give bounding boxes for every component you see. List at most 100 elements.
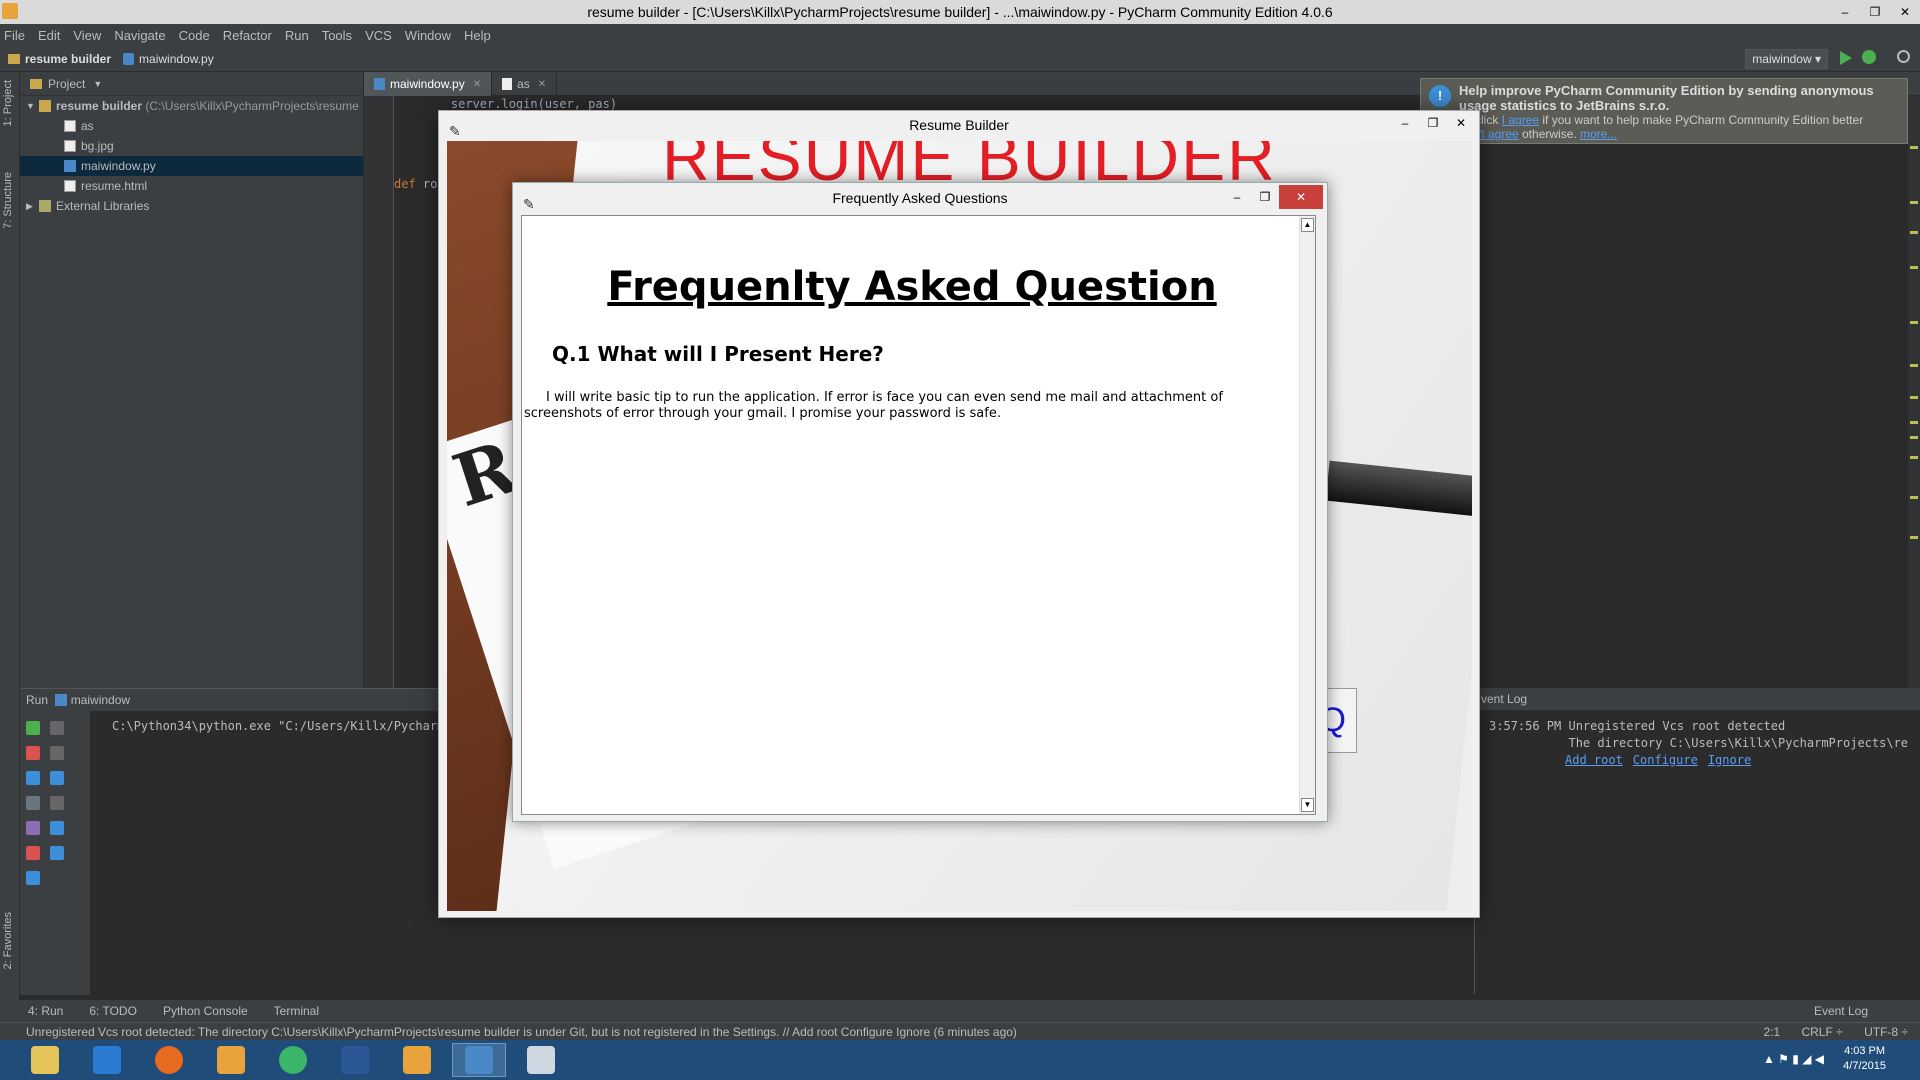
- pycharm-icon[interactable]: [390, 1043, 444, 1077]
- status-message[interactable]: Unregistered Vcs root detected: The dire…: [26, 1025, 1017, 1039]
- scroll-up-icon[interactable]: ▲: [1301, 218, 1314, 232]
- faq-text-area[interactable]: Frequenlty Asked Question Q.1 What will …: [521, 215, 1316, 815]
- tree-item-as[interactable]: as: [20, 116, 363, 136]
- scroll-down-icon[interactable]: ▼: [1301, 798, 1314, 812]
- menu-code[interactable]: Code: [179, 28, 210, 43]
- close-icon[interactable]: ✕: [538, 79, 546, 90]
- chevron-down-icon[interactable]: ▼: [93, 79, 102, 89]
- menu-tools[interactable]: Tools: [322, 28, 352, 43]
- menu-vcs[interactable]: VCS: [365, 28, 392, 43]
- minimize-button[interactable]: –: [1830, 0, 1860, 24]
- maximize-button[interactable]: ❐: [1860, 0, 1890, 24]
- close-button[interactable]: ✕: [1447, 111, 1475, 135]
- menu-navigate[interactable]: Navigate: [114, 28, 165, 43]
- warning-marker[interactable]: [1910, 436, 1918, 439]
- search-icon[interactable]: [1897, 50, 1910, 63]
- run-icon[interactable]: [1840, 51, 1852, 65]
- paint-icon[interactable]: [514, 1043, 568, 1077]
- warning-marker[interactable]: [1910, 496, 1918, 499]
- rerun-icon[interactable]: [26, 721, 40, 735]
- maximize-button[interactable]: ❐: [1251, 185, 1279, 209]
- pin-icon[interactable]: [26, 821, 40, 835]
- more-link[interactable]: more...: [1580, 127, 1617, 141]
- layout-icon[interactable]: [26, 796, 40, 810]
- editor-gutter: [364, 96, 394, 688]
- close-button[interactable]: ✕: [1279, 185, 1323, 209]
- run-tab[interactable]: 4: Run: [28, 1004, 63, 1018]
- expand-icon[interactable]: ▼: [26, 101, 36, 111]
- clock[interactable]: 4:03 PM 4/7/2015: [1843, 1044, 1886, 1074]
- file-explorer-icon[interactable]: [18, 1043, 72, 1077]
- warning-marker[interactable]: [1910, 231, 1918, 234]
- menu-run[interactable]: Run: [285, 28, 309, 43]
- warning-marker[interactable]: [1910, 266, 1918, 269]
- favorites-tool-tab[interactable]: 2: Favorites: [2, 912, 14, 969]
- warning-marker[interactable]: [1910, 456, 1918, 459]
- project-panel-header[interactable]: Project ▼: [20, 72, 363, 96]
- warning-marker[interactable]: [1910, 536, 1918, 539]
- tree-item-external-libraries[interactable]: ▶ External Libraries: [20, 196, 363, 216]
- project-tool-tab[interactable]: 1: Project: [2, 80, 14, 126]
- file-encoding[interactable]: UTF-8 ÷: [1864, 1025, 1908, 1039]
- event-log-tab[interactable]: Event Log: [1814, 1004, 1868, 1018]
- python-console-tab[interactable]: Python Console: [163, 1004, 248, 1018]
- warning-marker[interactable]: [1910, 201, 1918, 204]
- tree-item-bg[interactable]: bg.jpg: [20, 136, 363, 156]
- tree-item-resume-html[interactable]: resume.html: [20, 176, 363, 196]
- editor-scroll-markers[interactable]: [1908, 96, 1920, 688]
- run-configuration-select[interactable]: maiwindow ▾: [1745, 49, 1828, 69]
- help-icon[interactable]: [26, 871, 40, 885]
- minimize-button[interactable]: –: [1391, 111, 1419, 135]
- menu-window[interactable]: Window: [405, 28, 451, 43]
- warning-marker[interactable]: [1910, 421, 1918, 424]
- warning-marker[interactable]: [1910, 146, 1918, 149]
- outlook-icon[interactable]: [80, 1043, 134, 1077]
- close-button[interactable]: ✕: [1890, 0, 1920, 24]
- close-icon[interactable]: ✕: [473, 79, 481, 90]
- tree-root[interactable]: ▼ resume builder (C:\Users\Killx\PycharmP…: [20, 96, 363, 116]
- pycharm-icon[interactable]: [204, 1043, 258, 1077]
- add-root-link[interactable]: Add root: [1565, 753, 1623, 767]
- down-arrow-icon[interactable]: [50, 746, 64, 760]
- expand-icon[interactable]: ▶: [26, 201, 36, 212]
- ignore-link[interactable]: Ignore: [1708, 753, 1751, 767]
- up-arrow-icon[interactable]: [50, 721, 64, 735]
- print-icon[interactable]: [50, 821, 64, 835]
- vertical-scrollbar[interactable]: ▲ ▼: [1299, 216, 1315, 814]
- caret-position[interactable]: 2:1: [1763, 1025, 1780, 1039]
- terminal-tab[interactable]: Terminal: [274, 1004, 319, 1018]
- tab-maiwindow[interactable]: maiwindow.py ✕: [364, 72, 493, 96]
- menu-refactor[interactable]: Refactor: [223, 28, 272, 43]
- line-separator[interactable]: CRLF ÷: [1801, 1025, 1842, 1039]
- pause-icon[interactable]: [26, 771, 40, 785]
- menu-view[interactable]: View: [73, 28, 101, 43]
- minimize-button[interactable]: –: [1223, 185, 1251, 209]
- debug-icon[interactable]: [1862, 50, 1876, 64]
- scroll-end-icon[interactable]: [50, 796, 64, 810]
- word-icon[interactable]: [328, 1043, 382, 1077]
- firefox-icon[interactable]: [142, 1043, 196, 1077]
- warning-marker[interactable]: [1910, 321, 1918, 324]
- stop-icon[interactable]: [26, 746, 40, 760]
- configure-link[interactable]: Configure: [1633, 753, 1698, 767]
- structure-tool-tab[interactable]: 7: Structure: [2, 172, 14, 229]
- menu-help[interactable]: Help: [464, 28, 491, 43]
- warning-marker[interactable]: [1910, 396, 1918, 399]
- system-tray[interactable]: ▲ ⚑ ▮ ◢ ◀: [1763, 1052, 1824, 1066]
- menu-file[interactable]: File: [4, 28, 25, 43]
- warning-marker[interactable]: [1910, 364, 1918, 367]
- atom-icon[interactable]: [266, 1043, 320, 1077]
- tab-as[interactable]: as ✕: [492, 72, 558, 96]
- menu-edit[interactable]: Edit: [38, 28, 60, 43]
- breadcrumb-project[interactable]: resume builder: [8, 52, 111, 66]
- todo-tab[interactable]: 6: TODO: [89, 1004, 137, 1018]
- tree-item-maiwindow[interactable]: maiwindow.py: [20, 156, 363, 176]
- breadcrumb-file[interactable]: maiwindow.py: [123, 52, 214, 66]
- close-icon[interactable]: [26, 846, 40, 860]
- agree-link[interactable]: I agree: [1502, 113, 1539, 127]
- run-config-label[interactable]: maiwindow: [71, 693, 130, 707]
- maximize-button[interactable]: ❐: [1419, 111, 1447, 135]
- trash-icon[interactable]: [50, 846, 64, 860]
- python-idle-icon[interactable]: [452, 1043, 506, 1077]
- soft-wrap-icon[interactable]: [50, 771, 64, 785]
